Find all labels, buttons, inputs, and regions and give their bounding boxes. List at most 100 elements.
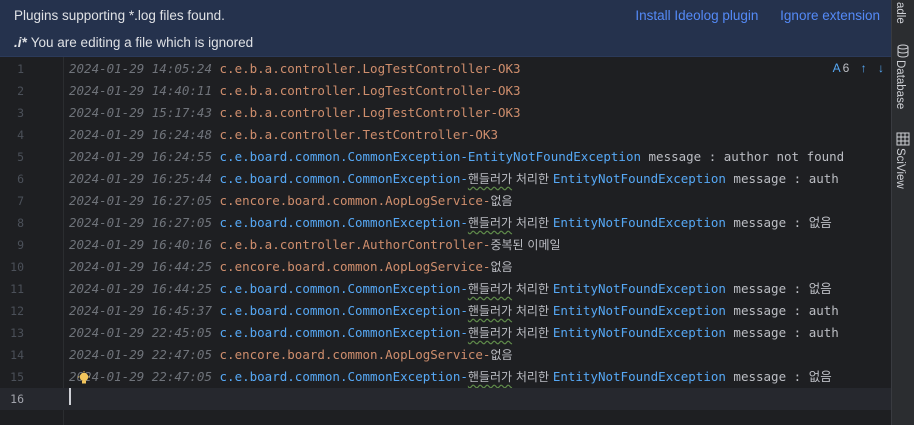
line-content: 2024-01-29 16:27:05 c.e.board.common.Com… [69,212,832,234]
line-content: 2024-01-29 16:40:16 c.e.b.a.controller.A… [69,234,561,256]
inspection-icon[interactable]: A [833,61,841,75]
ignore-extension-link[interactable]: Ignore extension [780,8,880,23]
line-content: 2024-01-29 16:24:48 c.e.b.a.controller.T… [69,124,498,146]
line-number: 11 [10,282,24,296]
right-tool-strip: adle Database SciView [891,0,914,425]
line-number: 12 [10,304,24,318]
log-token: 핸들러가 [467,172,513,186]
database-tab[interactable]: Database [894,60,906,109]
log-token: 핸들러가 [467,370,513,384]
log-token: board [249,149,288,164]
code-line[interactable]: 12 2024-01-29 16:45:37 c.e.board.common.C… [0,300,892,322]
line-number: 9 [17,238,24,252]
code-line[interactable]: 11 2024-01-29 16:44:25 c.e.board.common.C… [0,278,892,300]
line-content: 2024-01-29 16:44:25 c.encore.board.commo… [69,256,513,278]
line-number: 15 [10,370,24,384]
log-token: c.e.b.a.controller.LogTestController-OK3 [219,61,521,76]
code-line[interactable]: 8 2024-01-29 16:27:05 c.e.board.common.Co… [0,212,892,234]
log-token: EntityNotFoundException [552,325,726,340]
line-content: 2024-01-29 14:05:24 c.e.b.a.controller.L… [69,58,521,80]
log-token: EntityNotFoundException [552,215,726,230]
log-token: message : auth [725,171,839,186]
install-plugin-link[interactable]: Install Ideolog plugin [635,8,758,23]
log-timestamp: 2024-01-29 16:24:55 [69,149,212,164]
log-token: 없음 [490,348,513,362]
code-line[interactable]: 16 [0,388,892,410]
next-highlight-icon[interactable]: ↓ [878,61,884,75]
code-line[interactable]: 7 2024-01-29 16:27:05 c.encore.board.comm… [0,190,892,212]
code-line[interactable]: 9 2024-01-29 16:40:16 c.e.b.a.controller.… [0,234,892,256]
banner-links: Install Ideolog plugin Ignore extension [617,8,880,23]
lightbulb-icon[interactable] [77,371,91,385]
log-token: c.encore.board.common.AopLogService- [219,347,491,362]
line-number: 10 [10,260,24,274]
log-token: c.e.b.a.controller.AuthorController- [219,237,491,252]
log-token: 없음 [490,194,513,208]
line-number: 14 [10,348,24,362]
line-number: 4 [17,128,24,142]
code-line[interactable]: 2 2024-01-29 14:40:11 c.e.b.a.controller.… [0,80,892,102]
log-token: 핸들러가 [467,216,513,230]
code-line[interactable]: 1 2024-01-29 14:05:24 c.e.b.a.controller.… [0,58,892,80]
code-line[interactable]: 3 2024-01-29 15:17:43 c.e.b.a.controller.… [0,102,892,124]
log-token: 처리한 [512,326,553,340]
log-token: message : auth [725,325,839,340]
code-line[interactable]: 5 2024-01-29 16:24:55 c.e.board.common.Co… [0,146,892,168]
code-line[interactable]: 15 2024-01-29 22:47:05 c.e.board.common.C… [0,366,892,388]
line-number: 5 [17,150,24,164]
sciview-tab[interactable]: SciView [894,148,906,189]
code-line[interactable]: 6 2024-01-29 16:25:44 c.e.board.common.Co… [0,168,892,190]
log-token: 처리한 [512,216,553,230]
log-timestamp: 2024-01-29 16:24:48 [69,127,212,142]
log-token: message : 없음 [725,281,832,296]
line-number: 3 [17,106,24,120]
log-timestamp: 2024-01-29 22:47:05 [69,347,212,362]
log-token: 핸들러가 [467,282,513,296]
plugin-suggestion-banner: Plugins supporting *.log files found. In… [0,0,892,57]
line-content: 2024-01-29 15:17:43 c.e.b.a.controller.L… [69,102,521,124]
log-timestamp: 2024-01-29 16:44:25 [69,259,212,274]
log-token: .common.CommonException- [287,149,468,164]
line-content: 2024-01-29 14:40:11 c.e.b.a.controller.L… [69,80,521,102]
database-icon[interactable] [896,44,910,58]
line-content: 2024-01-29 16:25:44 c.e.board.common.Com… [69,168,839,190]
sciview-icon[interactable] [896,132,910,146]
text-caret [69,388,71,405]
line-number: 13 [10,326,24,340]
line-content: 2024-01-29 16:45:37 c.e.board.common.Com… [69,300,839,322]
log-token: message : 없음 [725,369,832,384]
line-content: 2024-01-29 22:47:05 c.e.board.common.Com… [69,366,832,388]
log-token: 핸들러가 [467,304,513,318]
code-line[interactable]: 10 2024-01-29 16:44:25 c.encore.board.com… [0,256,892,278]
log-timestamp: 2024-01-29 14:40:11 [69,83,212,98]
log-token: 처리한 [512,370,553,384]
log-token: EntityNotFoundException [467,149,641,164]
log-token: c.e.board.common.CommonException- [219,171,468,186]
line-content: 2024-01-29 22:45:05 c.e.board.common.Com… [69,322,839,344]
log-token: c.e.board.common.CommonException- [219,303,468,318]
log-token: c.e.b.a.controller.LogTestController-OK3 [219,105,521,120]
log-timestamp: 2024-01-29 16:25:44 [69,171,212,186]
line-number: 1 [17,62,24,76]
log-token: 중복된 이메일 [490,238,561,252]
code-line[interactable]: 4 2024-01-29 16:24:48 c.e.b.a.controller.… [0,124,892,146]
log-timestamp: 2024-01-29 22:45:05 [69,325,212,340]
log-timestamp: 2024-01-29 14:05:24 [69,61,212,76]
log-timestamp: 2024-01-29 16:27:05 [69,193,212,208]
line-content: 2024-01-29 16:27:05 c.encore.board.commo… [69,190,513,212]
log-token: c.e.b.a.controller.TestController-OK3 [219,127,498,142]
inspection-widget[interactable]: A6 ↑ ↓ [825,61,884,75]
code-line[interactable]: 14 2024-01-29 22:47:05 c.encore.board.com… [0,344,892,366]
gradle-tab[interactable]: adle [894,2,906,24]
log-token: c.e.board.common.CommonException- [219,215,468,230]
editor-area[interactable]: 1 2024-01-29 14:05:24 c.e.b.a.controller.… [0,57,892,425]
previous-highlight-icon[interactable]: ↑ [861,61,867,75]
code-line[interactable]: 13 2024-01-29 22:45:05 c.e.board.common.C… [0,322,892,344]
log-token: c.e.board.common.CommonException- [219,369,468,384]
line-content: 2024-01-29 22:47:05 c.encore.board.commo… [69,344,513,366]
log-timestamp: 2024-01-29 16:44:25 [69,281,212,296]
ignored-file-text: You are editing a file which is ignored [30,35,254,50]
log-token: 없음 [490,260,513,274]
log-timestamp: 2024-01-29 16:40:16 [69,237,212,252]
line-number: 8 [17,216,24,230]
